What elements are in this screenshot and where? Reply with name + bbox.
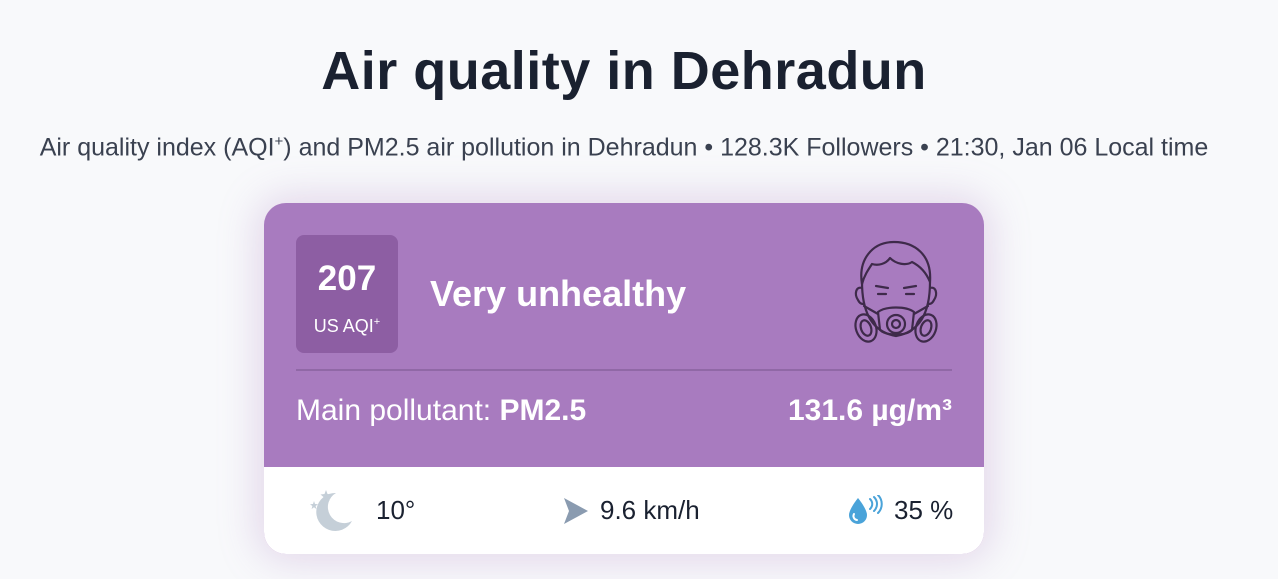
weather-temperature: 10° <box>308 467 415 554</box>
humidity-drop-icon <box>849 494 883 524</box>
main-pollutant-value: PM2.5 <box>499 394 587 427</box>
card-divider <box>296 369 952 371</box>
humidity-value: 35 % <box>894 495 954 525</box>
temperature-value: 10° <box>376 495 416 525</box>
aqi-value: 207 <box>317 259 377 298</box>
weather-bar: 10° 9.6 km/h 35 % <box>264 467 984 554</box>
page-title: Air quality in Dehradun <box>321 41 927 101</box>
subtitle-text-start: Air quality index (AQI <box>39 133 275 162</box>
main-pollutant-label: Main pollutant: <box>296 394 500 427</box>
wind-direction-arrow-icon <box>564 497 588 524</box>
aqi-status: Very unhealthy <box>430 273 687 314</box>
aqi-unit-text: US AQI <box>313 316 374 336</box>
subtitle-aqi-plus: + <box>274 133 284 150</box>
pollutant-concentration: 131.6 µg/m³ <box>787 394 952 427</box>
aqi-badge[interactable]: 207 US AQI+ <box>296 235 398 353</box>
weather-humidity: 35 % <box>846 467 953 554</box>
page: Air quality in Dehradun Air quality inde… <box>0 0 1278 579</box>
weather-wind: 9.6 km/h <box>560 467 700 554</box>
aqi-unit: US AQI+ <box>296 311 398 337</box>
subtitle-text-end: ) and PM2.5 air pollution in Dehradun • … <box>283 133 1209 162</box>
aqi-unit-plus: + <box>373 316 381 328</box>
moon-stars-icon <box>310 489 352 531</box>
aqi-card: 207 US AQI+ Very unhealthy Main pollutan… <box>264 203 984 554</box>
gas-mask-face-icon <box>854 240 938 343</box>
main-pollutant: Main pollutant: PM2.5 <box>296 393 586 429</box>
wind-speed-value: 9.6 km/h <box>600 495 700 525</box>
page-subtitle: Air quality index (AQI+) and PM2.5 air p… <box>0 124 1248 165</box>
